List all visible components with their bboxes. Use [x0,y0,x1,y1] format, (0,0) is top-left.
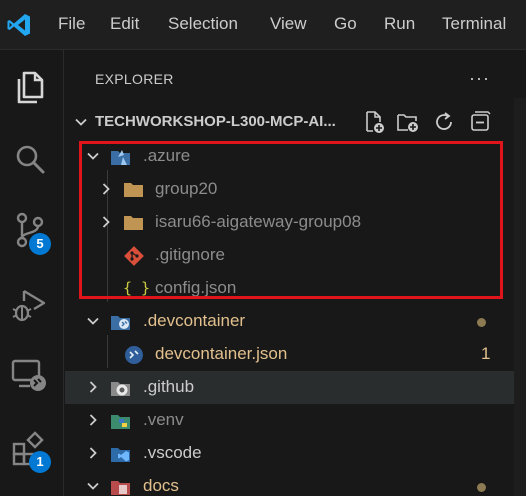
chevron-down-icon [87,317,99,325]
tree-item-label: config.json [155,278,237,297]
search-icon[interactable] [10,140,50,180]
folder-icon [124,216,143,230]
tree-item-venv[interactable]: .venv [65,404,526,437]
tree-item-label: devcontainer.json [155,344,288,363]
menu-file[interactable]: File [58,14,85,34]
new-folder-icon[interactable] [396,110,420,134]
explorer-sidebar: EXPLORER ··· TECHWORKSHOP-L300-MCP-AI... [65,50,526,496]
menu-edit[interactable]: Edit [110,14,139,34]
menu-go[interactable]: Go [334,14,357,34]
menu-selection[interactable]: Selection [168,14,238,34]
tree-item-label: docs [143,476,179,495]
tree-item-gitignore[interactable]: .gitignore [65,239,526,272]
git-file-icon [124,246,144,266]
tree-item-github[interactable]: .github [65,371,526,404]
tree-item-vscode[interactable]: .vscode [65,437,526,470]
github-folder-icon [111,382,130,396]
new-file-icon[interactable] [362,110,386,134]
modified-dot [477,483,486,492]
collapse-all-icon[interactable] [468,110,492,134]
run-debug-icon[interactable] [10,285,50,325]
tree-item-label: .azure [143,146,191,165]
explorer-title: EXPLORER [95,71,174,87]
tree-item-azure[interactable]: .azure [65,140,526,173]
chevron-right-icon [89,414,97,426]
problem-count: 1 [481,344,491,363]
chevron-down-icon [87,152,99,160]
refresh-icon[interactable] [432,110,456,134]
remote-explorer-icon[interactable] [10,355,50,395]
chevron-right-icon [89,447,97,459]
python-folder-icon [111,415,130,429]
chevron-down-icon [87,482,99,490]
tree-item-devcontainer[interactable]: .devcontainer [65,305,526,338]
title-bar: File Edit Selection View Go Run Terminal [0,0,526,50]
explorer-files-icon[interactable] [10,68,50,108]
source-control-badge: 5 [29,233,51,255]
tree-item-label: .devcontainer [143,311,246,330]
workspace-title: TECHWORKSHOP-L300-MCP-AI... [95,113,336,130]
tree-item-label: .gitignore [155,245,225,264]
modified-dot [477,318,486,327]
activity-bar: 5 1 [0,50,64,496]
folder-icon [124,183,143,197]
json-icon: { } [123,279,151,297]
menu-terminal[interactable]: Terminal [442,14,506,34]
tree-item-label: isaru66-aigateway-group08 [155,212,362,231]
more-actions-icon[interactable]: ··· [469,68,490,89]
tree-item-devcontainer-json[interactable]: devcontainer.json 1 [65,338,526,371]
docs-folder-icon [111,481,130,495]
tree-item-label: .github [143,377,195,396]
azure-folder-icon [111,150,130,165]
tree-item-isaru66-aigateway-group08[interactable]: isaru66-aigateway-group08 [65,206,526,239]
tree-item-label: group20 [155,179,218,198]
vscode-logo-icon[interactable] [6,12,32,38]
menu-view[interactable]: View [270,14,307,34]
menu-run[interactable]: Run [384,14,415,34]
extensions-badge: 1 [29,451,51,473]
tree-item-label: .venv [143,410,184,429]
chevron-right-icon [89,381,97,393]
tree-item-group20[interactable]: group20 [65,173,526,206]
chevron-right-icon [102,183,110,195]
tree-item-docs[interactable]: docs [65,470,526,496]
devcontainer-folder-icon [111,316,130,330]
tree-item-config-json[interactable]: { } config.json [65,272,526,305]
chevron-right-icon [102,216,110,228]
vscode-folder-icon [111,448,130,462]
remote-file-icon [125,346,143,364]
scrollbar[interactable] [514,98,526,496]
workspace-section-header[interactable]: TECHWORKSHOP-L300-MCP-AI... [65,107,526,137]
tree-item-label: .vscode [143,443,202,462]
chevron-down-icon [75,118,87,126]
